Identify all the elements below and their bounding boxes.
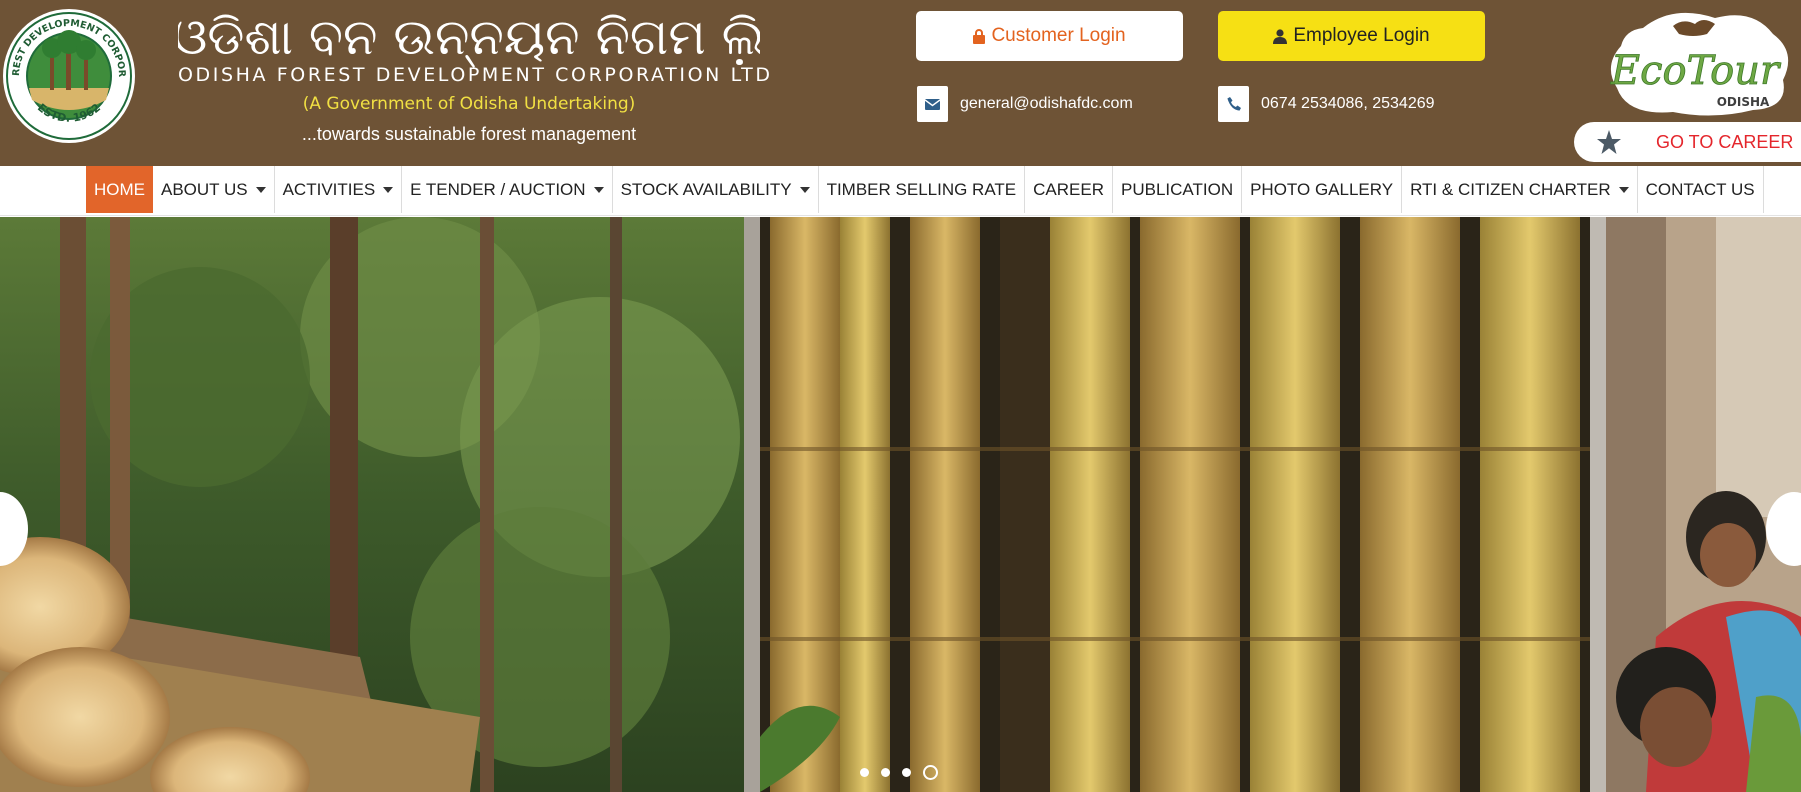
lock-icon: [973, 28, 986, 44]
corporation-seal-logo[interactable]: ODISHA FOREST DEVELOPMENT CORPORATION LT…: [2, 8, 136, 144]
nav-e-tender-auction-label: E TENDER / AUCTION: [410, 179, 586, 199]
nav-stock-availability-label: STOCK AVAILABILITY: [620, 179, 792, 199]
nav-stock-availability[interactable]: STOCK AVAILABILITY: [613, 166, 819, 213]
corporation-name: ODISHA FOREST DEVELOPMENT CORPORATION LT…: [178, 64, 773, 86]
customer-login-label: Customer Login: [991, 25, 1126, 46]
nav-career-label: CAREER: [1033, 179, 1104, 199]
slider-dot[interactable]: [902, 768, 911, 777]
nav-about-us[interactable]: ABOUT US: [153, 166, 275, 213]
phone-numbers[interactable]: 0674 2534086, 2534269: [1261, 95, 1435, 113]
phone-icon: [1218, 86, 1249, 122]
caret-down-icon: [1618, 186, 1629, 193]
ecotour-odisha-text: ODISHA: [1717, 95, 1770, 109]
star-icon: [1597, 130, 1621, 154]
nav-publication-label: PUBLICATION: [1121, 179, 1234, 199]
tagline: ...towards sustainable forest management: [301, 124, 637, 144]
ecotour-odisha-logo[interactable]: EcoTour ODISHA: [1603, 8, 1795, 118]
slider-dot[interactable]: [881, 768, 890, 777]
slider-dot[interactable]: [860, 768, 869, 777]
ecotour-text: EcoTour: [1610, 48, 1782, 94]
go-to-career-label: GO TO CAREER: [1656, 131, 1794, 152]
slide-divider: [1590, 217, 1606, 792]
email-address[interactable]: general@odishafdc.com: [960, 95, 1133, 113]
odia-title-text: ଓଡିଶା ବନ ଉନ୍ନୟନ ନିଗମ ଲି଼: [178, 8, 760, 68]
employee-login-button[interactable]: Employee Login: [1218, 11, 1485, 61]
forest-logs-image: [0, 217, 744, 792]
contact-phone[interactable]: 0674 2534086, 2534269: [1218, 86, 1435, 122]
caret-down-icon: [799, 186, 810, 193]
caret-down-icon: [255, 186, 266, 193]
nav-photo-gallery[interactable]: PHOTO GALLERY: [1242, 166, 1403, 213]
caret-down-icon: [593, 186, 604, 193]
user-icon: [1273, 28, 1288, 44]
slide-divider: [744, 217, 760, 792]
nav-timber-selling-rate-label: TIMBER SELLING RATE: [826, 179, 1017, 199]
site-header: ODISHA FOREST DEVELOPMENT CORPORATION LT…: [0, 0, 1801, 166]
employee-login-label: Employee Login: [1293, 25, 1430, 46]
nav-publication[interactable]: PUBLICATION: [1113, 166, 1243, 213]
nav-list: HOME ABOUT US ACTIVITIES E TENDER / AUCT…: [86, 166, 1764, 216]
nav-home[interactable]: HOME: [86, 166, 153, 213]
hero-slider[interactable]: [0, 217, 1801, 792]
nav-about-us-label: ABOUT US: [161, 179, 248, 199]
nav-activities-label: ACTIVITIES: [282, 179, 376, 199]
envelope-icon: [917, 86, 948, 122]
customer-login-button[interactable]: Customer Login: [916, 11, 1183, 61]
bamboo-poles-image: [760, 217, 1590, 792]
nav-timber-selling-rate[interactable]: TIMBER SELLING RATE: [819, 166, 1026, 213]
nav-contact-us-label: CONTACT US: [1645, 179, 1755, 199]
nav-activities[interactable]: ACTIVITIES: [275, 166, 403, 213]
go-to-career-button[interactable]: GO TO CAREER: [1574, 122, 1801, 162]
caret-down-icon: [383, 186, 394, 193]
slider-dots: [860, 765, 938, 780]
nav-contact-us[interactable]: CONTACT US: [1638, 166, 1764, 213]
nav-career[interactable]: CAREER: [1025, 166, 1113, 213]
undertaking-subtitle: (A Government of Odisha Undertaking): [302, 94, 636, 114]
nav-rti-citizen-charter[interactable]: RTI & CITIZEN CHARTER: [1402, 166, 1638, 213]
contact-email[interactable]: general@odishafdc.com: [917, 86, 1133, 122]
main-navigation: HOME ABOUT US ACTIVITIES E TENDER / AUCT…: [0, 166, 1801, 216]
slider-dot-active[interactable]: [923, 765, 938, 780]
nav-rti-citizen-charter-label: RTI & CITIZEN CHARTER: [1410, 179, 1611, 199]
nav-home-label: HOME: [94, 179, 145, 199]
nav-e-tender-auction[interactable]: E TENDER / AUCTION: [402, 166, 613, 213]
odia-title: ଓଡିଶା ବନ ଉନ୍ନୟନ ନିଗମ ଲି଼: [178, 8, 760, 68]
nav-photo-gallery-label: PHOTO GALLERY: [1250, 179, 1394, 199]
